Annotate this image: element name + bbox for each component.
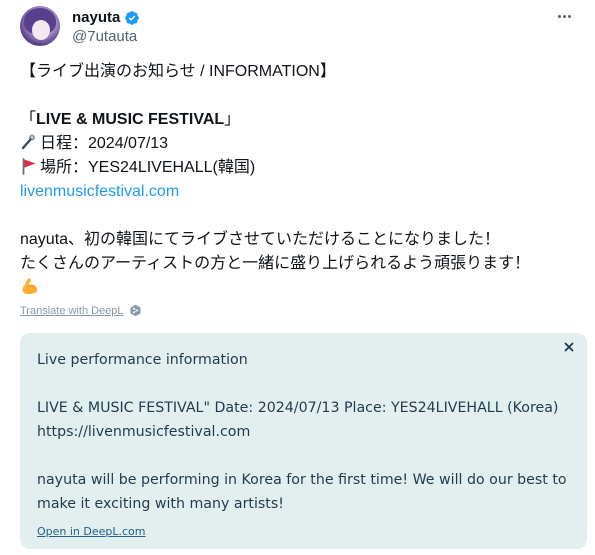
translation-text: Live performance information LIVE & MUSI… xyxy=(37,348,567,516)
date-line: 日程：2024/07/13 xyxy=(20,132,580,156)
flexed-biceps-icon xyxy=(22,278,38,295)
display-name[interactable]: nayuta xyxy=(72,9,120,26)
body-line-1: nayuta、初の韓国にてライブさせていただけることになりました！ xyxy=(20,231,501,248)
tweet-header: nayuta @7utauta xyxy=(20,6,580,46)
translation-line-3: https://livenmusicfestival.com xyxy=(37,424,251,440)
translate-label[interactable]: Translate with DeepL xyxy=(20,305,124,317)
tweet-heading: 【ライブ出演のお知らせ / INFORMATION】 xyxy=(20,63,336,80)
user-handle[interactable]: @7utauta xyxy=(72,28,140,45)
avatar[interactable] xyxy=(20,6,60,46)
more-icon[interactable] xyxy=(552,6,576,26)
microphone-icon xyxy=(21,134,35,150)
translation-line-4: nayuta will be performing in Korea for t… xyxy=(37,472,567,488)
open-in-deepl-link[interactable]: Open in DeepL.com xyxy=(37,525,146,538)
deepl-icon xyxy=(130,304,141,317)
translation-line-2: LIVE & MUSIC FESTIVAL" Date: 2024/07/13 … xyxy=(37,400,559,416)
event-line: 「LIVE & MUSIC FESTIVAL」 xyxy=(20,108,580,132)
event-open-bracket: 「 xyxy=(20,111,37,128)
translate-with-deepl[interactable]: Translate with DeepL xyxy=(20,304,142,317)
tweet-text: 【ライブ出演のお知らせ / INFORMATION】 「LIVE & MUSIC… xyxy=(20,60,580,300)
user-names: nayuta @7utauta xyxy=(72,7,140,45)
date-text: 日程：2024/07/13 xyxy=(40,135,169,152)
event-close-bracket: 」 xyxy=(224,111,241,128)
translation-line-1: Live performance information xyxy=(37,352,248,368)
translation-line-5: make it exciting with many artists! xyxy=(37,496,284,512)
translation-panel: Live performance information LIVE & MUSI… xyxy=(20,333,587,549)
emoji-line xyxy=(20,276,580,300)
place-line: 場所：YES24LIVEHALL(韓国) xyxy=(20,156,580,180)
avatar-face xyxy=(32,20,50,40)
display-name-row[interactable]: nayuta xyxy=(72,9,140,26)
body-line-2: たくさんのアーティストの方と一緒に盛り上げられるよう頑張ります！ xyxy=(20,255,531,272)
verified-badge-icon xyxy=(125,10,140,25)
event-link[interactable]: livenmusicfestival.com xyxy=(20,180,580,204)
place-text: 場所：YES24LIVEHALL(韓国) xyxy=(40,159,256,176)
flag-icon xyxy=(22,158,36,175)
event-name: LIVE & MUSIC FESTIVAL xyxy=(36,111,225,128)
